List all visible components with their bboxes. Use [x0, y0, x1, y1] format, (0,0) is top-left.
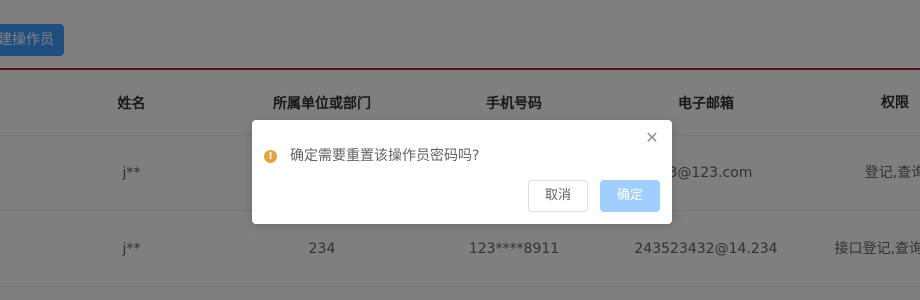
cancel-button[interactable]: 取消: [528, 180, 588, 212]
close-icon[interactable]: ✕: [644, 130, 660, 146]
operator-management-page: 建操作员 姓名 所属单位或部门 手机号码 电子邮箱 权限 j** 23@123.…: [0, 0, 920, 300]
dialog-message: 确定需要重置该操作员密码吗?: [290, 148, 480, 164]
confirm-button[interactable]: 确定: [600, 180, 660, 212]
reset-password-confirm-dialog: ✕ ! 确定需要重置该操作员密码吗? 取消 确定: [252, 120, 672, 224]
warning-icon: !: [264, 150, 277, 163]
